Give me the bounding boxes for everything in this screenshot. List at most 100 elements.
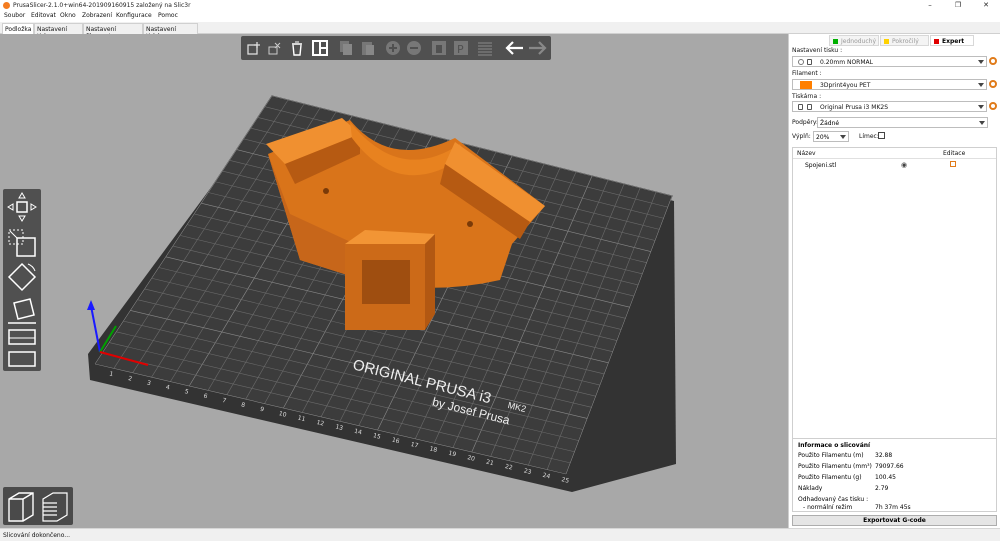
info-label: Náklady: [798, 485, 823, 492]
lock-icon: [807, 104, 812, 110]
preview-icon[interactable]: [39, 489, 71, 523]
top-toolbar: P: [241, 36, 551, 60]
status-text: Slicování dokončeno...: [3, 532, 71, 539]
cut-icon[interactable]: [6, 327, 38, 347]
3d-view-icon[interactable]: [5, 489, 37, 523]
list-header-edit: Editace: [943, 150, 966, 157]
place-on-face-icon[interactable]: [6, 295, 38, 327]
mode-simple[interactable]: Jednoduchý: [829, 35, 879, 46]
filament-label: Filament :: [792, 70, 822, 77]
rotate-icon[interactable]: [6, 261, 38, 293]
layers-editing-icon[interactable]: [476, 39, 494, 57]
mode-simple-indicator-icon: [833, 39, 838, 44]
window-title: PrusaSlicer-2.1.0+win64-201909160915 zal…: [13, 2, 191, 9]
print-settings-gear-icon[interactable]: [989, 57, 997, 65]
info-value: 2.79: [875, 485, 889, 492]
menu-view[interactable]: Zobrazení: [82, 12, 112, 19]
edit-icon[interactable]: [950, 161, 956, 167]
printer-icon: [798, 104, 803, 110]
menu-configuration[interactable]: Konfigurace: [116, 12, 152, 19]
menu-edit[interactable]: Editovat: [31, 12, 56, 19]
app-icon: [3, 2, 10, 9]
delete-icon[interactable]: [265, 39, 283, 57]
slice-info-box: Informace o slicování Použito Filamentu …: [792, 438, 997, 512]
print-settings-label: Nastavení tisku :: [792, 47, 843, 54]
info-label: - normální režim: [803, 504, 853, 511]
title-bar: PrusaSlicer-2.1.0+win64-201909160915 zal…: [0, 0, 1000, 11]
mode-simple-label: Jednoduchý: [841, 38, 877, 45]
view-toggle: [3, 487, 73, 525]
printer-gear-icon[interactable]: [989, 102, 997, 110]
lock-icon: [807, 59, 812, 65]
menu-file[interactable]: Soubor: [4, 12, 25, 19]
chevron-down-icon: [840, 135, 846, 139]
menu-help[interactable]: Pomoc: [158, 12, 178, 19]
close-button[interactable]: ✕: [972, 0, 1000, 11]
tab-print-settings[interactable]: Nastavení tisku: [34, 23, 83, 40]
menu-bar: Soubor Editovat Okno Zobrazení Konfigura…: [0, 11, 1000, 21]
supports-combo[interactable]: Žádné: [817, 117, 988, 128]
filament-value: 3Dprint4you PET: [820, 82, 871, 89]
supports-value: Žádné: [820, 120, 840, 127]
undo-icon[interactable]: [503, 39, 525, 57]
info-value: 7h 37m 45s: [875, 504, 911, 511]
add-instance-icon[interactable]: [384, 39, 402, 57]
print-settings-combo[interactable]: 0.20mm NORMAL: [792, 56, 987, 67]
info-label: Odhadovaný čas tisku :: [798, 496, 869, 503]
app-window: PrusaSlicer-2.1.0+win64-201909160915 zal…: [0, 0, 1000, 541]
maximize-button[interactable]: ❐: [944, 0, 972, 11]
infill-combo[interactable]: 20%: [813, 131, 849, 142]
3d-viewport[interactable]: 1 2 3 4 5 6 7 8 9 10 11 12 13 14 15 16 17 18 19 20 21 22 23 24 2…: [0, 34, 788, 528]
menu-window[interactable]: Okno: [60, 12, 76, 19]
system-preset-icon: [798, 59, 804, 65]
infill-value: 20%: [816, 134, 830, 141]
chevron-down-icon: [978, 105, 984, 109]
split-objects-icon[interactable]: [430, 39, 448, 57]
printer-combo[interactable]: Original Prusa i3 MK2S: [792, 101, 987, 112]
list-header-name: Název: [797, 150, 816, 157]
paste-icon[interactable]: [359, 39, 377, 57]
sidebar-panel: Jednoduchý Pokročilý Expert Nastavení ti…: [788, 34, 1000, 528]
move-icon[interactable]: [6, 191, 38, 223]
object-list: Název Editace Spojeni.stl ◉: [792, 147, 997, 439]
brim-label: Límec:: [859, 133, 879, 140]
info-label: Použito Filamentu (m): [798, 452, 864, 459]
info-value: 79097.66: [875, 463, 904, 470]
scale-icon[interactable]: [6, 227, 38, 259]
redo-icon[interactable]: [527, 39, 549, 57]
minimize-button[interactable]: –: [916, 0, 944, 11]
left-toolbar: [3, 189, 41, 371]
tab-bar: Podložka Nastavení tisku Nastavení filam…: [0, 22, 1000, 40]
info-value: 32.88: [875, 452, 893, 459]
list-header-divider: [793, 158, 996, 159]
mode-advanced[interactable]: Pokročilý: [880, 35, 929, 46]
split-parts-icon[interactable]: P: [452, 39, 470, 57]
mode-expert[interactable]: Expert: [930, 35, 974, 46]
mode-expert-indicator-icon: [934, 39, 939, 44]
tab-plater[interactable]: Podložka: [2, 23, 34, 34]
info-label: Použito Filamentu (g): [798, 474, 862, 481]
filament-gear-icon[interactable]: [989, 80, 997, 88]
delete-all-icon[interactable]: [288, 39, 306, 57]
remove-instance-icon[interactable]: [405, 39, 423, 57]
mode-advanced-indicator-icon: [884, 39, 889, 44]
object-name: Spojeni.stl: [805, 162, 837, 169]
arrange-icon[interactable]: [311, 39, 329, 57]
tab-printer-settings[interactable]: Nastavení tiskárny: [143, 23, 198, 40]
copy-icon[interactable]: [337, 39, 355, 57]
chevron-down-icon: [978, 60, 984, 64]
add-icon[interactable]: [245, 39, 263, 57]
export-gcode-button[interactable]: Exportovat G-code: [792, 515, 997, 526]
list-item[interactable]: Spojeni.stl ◉: [793, 160, 996, 172]
support-points-icon[interactable]: [6, 349, 38, 369]
mode-expert-label: Expert: [942, 38, 965, 45]
eye-icon[interactable]: ◉: [901, 161, 907, 169]
info-value: 100.45: [875, 474, 896, 481]
filament-color-swatch[interactable]: [800, 81, 812, 89]
tab-filament-settings[interactable]: Nastavení filamentu: [83, 23, 143, 40]
printer-value: Original Prusa i3 MK2S: [820, 104, 889, 111]
brim-checkbox[interactable]: [878, 132, 885, 139]
info-label: Použito Filamentu (mm³): [798, 463, 872, 470]
filament-combo[interactable]: 3Dprint4you PET: [792, 79, 987, 90]
mode-advanced-label: Pokročilý: [892, 38, 919, 45]
